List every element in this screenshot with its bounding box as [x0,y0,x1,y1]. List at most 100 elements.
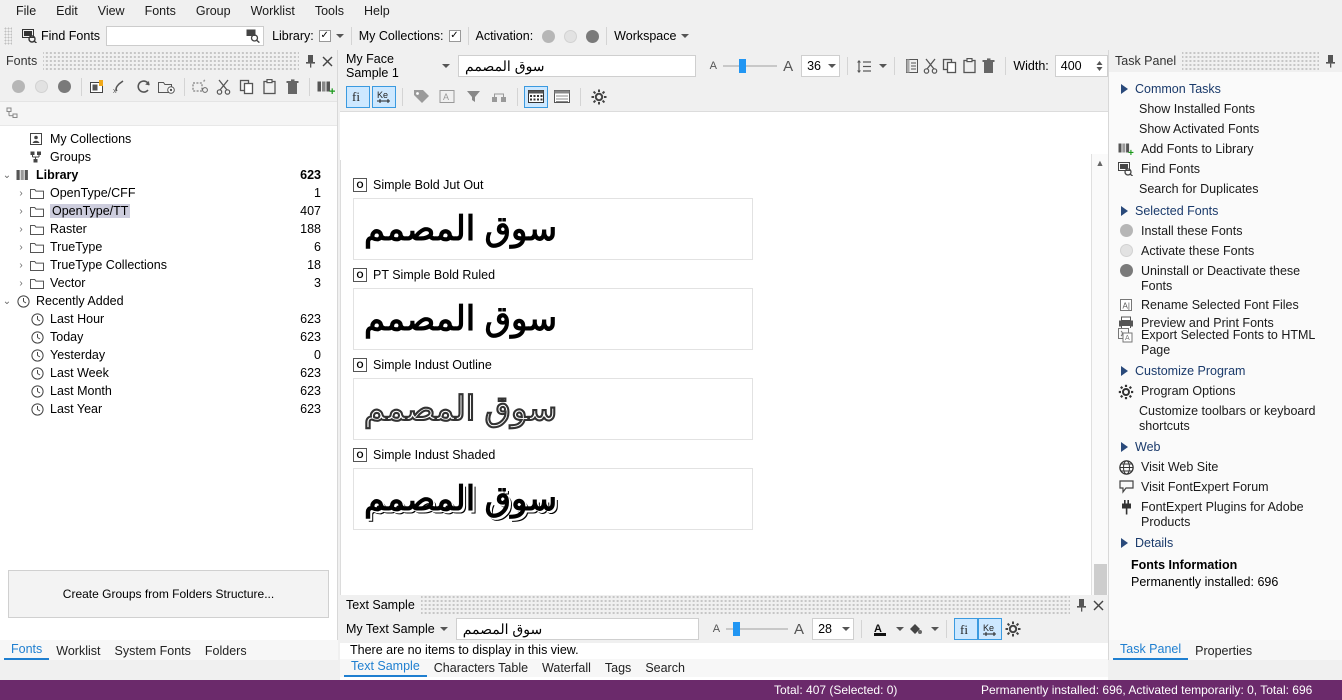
expander[interactable]: › [14,224,28,235]
fill-color-dropdown-icon[interactable] [931,627,940,631]
library-dropdown-icon[interactable] [335,34,344,38]
activation-install-dot[interactable] [542,29,556,43]
close-icon[interactable] [1093,600,1104,611]
tree-item-last-week[interactable]: Last Week 623 [0,364,337,382]
install-fonts-dot-icon[interactable] [8,76,29,98]
expander[interactable]: › [14,278,28,289]
fill-color-icon[interactable] [904,618,926,640]
tree-item-last-hour[interactable]: Last Hour 623 [0,310,337,328]
folder-settings-icon[interactable] [157,76,178,98]
expander[interactable]: › [14,260,28,271]
pin-icon[interactable] [1076,598,1087,612]
toolbar-grip[interactable] [4,27,12,45]
expander[interactable]: › [14,242,28,253]
tree-item-last-month[interactable]: Last Month 623 [0,382,337,400]
workspace-dropdown-icon[interactable] [681,34,690,38]
menu-item-help[interactable]: Help [354,2,400,20]
my-collections-checkbox[interactable]: ✓ [448,30,461,42]
section-header-customize-program[interactable]: Customize Program [1109,360,1342,382]
task-rename-selected-font-files[interactable]: A| Rename Selected Font Files [1109,296,1342,316]
font-list-scrollbar[interactable]: ▲ ▼ [1091,154,1108,645]
group-icon[interactable] [487,86,511,108]
search-input[interactable] [109,28,250,44]
line-spacing-icon[interactable] [855,55,874,77]
tab-characters-table[interactable]: Characters Table [427,659,535,677]
tree-item-groups[interactable]: Groups [0,148,337,166]
tab-fonts[interactable]: Fonts [4,640,50,660]
gear-icon[interactable] [1002,618,1024,640]
menu-item-view[interactable]: View [88,2,135,20]
font-list-item[interactable]: O Simple Indust Outline سوق المصمم [341,350,1095,440]
font-color-dropdown-icon[interactable] [896,627,905,631]
cut-icon[interactable] [213,76,234,98]
scrollbar-thumb[interactable] [1094,564,1107,598]
tab-text-sample[interactable]: Text Sample [344,657,427,677]
filter-icon[interactable] [461,86,485,108]
find-fonts-button[interactable]: Find Fonts [16,27,106,45]
paste-icon[interactable] [259,76,280,98]
section-header-selected-fonts[interactable]: Selected Fonts [1109,200,1342,222]
close-icon[interactable] [322,56,333,67]
task-show-installed-fonts[interactable]: Show Installed Fonts [1109,100,1342,120]
line-spacing-dropdown-icon[interactable] [879,64,888,68]
task-install-these-fonts[interactable]: Install these Fonts [1109,222,1342,242]
collections-tree[interactable]: My Collections Groups ⌄ Library 623 › Op… [0,126,337,558]
expander[interactable]: ⌄ [0,296,14,307]
face-sample-preset[interactable]: My Face Sample 1 [346,52,437,80]
task-program-options[interactable]: Program Options [1109,382,1342,402]
task-fontexpert-plugins-adobe[interactable]: FontExpert Plugins for Adobe Products [1109,498,1342,532]
tree-item-opentype-tt[interactable]: › OpenType/TT 407 [0,202,337,220]
tab-properties[interactable]: Properties [1188,642,1259,660]
tree-item-last-year[interactable]: Last Year 623 [0,400,337,418]
menu-item-group[interactable]: Group [186,2,241,20]
new-link-icon[interactable]: * [190,76,211,98]
remove-fonts-icon[interactable]: x [111,76,132,98]
tab-system-fonts[interactable]: System Fonts [107,642,197,660]
kerning-toggle[interactable]: Ke [978,618,1003,640]
text-size-slider[interactable] [726,622,789,636]
add-fonts-to-library-icon[interactable]: + [316,76,337,98]
tab-waterfall[interactable]: Waterfall [535,659,598,677]
task-add-fonts-to-library[interactable]: + Add Fonts to Library [1109,140,1342,160]
refresh-icon[interactable] [134,76,155,98]
tree-item-recently-added[interactable]: ⌄ Recently Added [0,292,337,310]
tree-item-my-collections[interactable]: My Collections [0,130,337,148]
delete-icon[interactable] [979,55,998,77]
tree-item-truetype-collections[interactable]: › TrueType Collections 18 [0,256,337,274]
text-sample-preset[interactable]: My Text Sample [346,622,435,636]
task-show-activated-fonts[interactable]: Show Activated Fonts [1109,120,1342,140]
task-customize-toolbars[interactable]: Customize toolbars or keyboard shortcuts [1109,402,1342,436]
task-visit-web-site[interactable]: Visit Web Site [1109,458,1342,478]
font-color-icon[interactable]: A [869,618,891,640]
face-size-input[interactable]: 36 [801,55,841,77]
expander[interactable]: › [14,206,28,217]
tab-task-panel[interactable]: Task Panel [1113,640,1189,660]
menu-item-edit[interactable]: Edit [46,2,88,20]
grid-view-icon[interactable] [524,85,548,108]
font-list-item[interactable]: O Simple Indust Shaded سوق المصمم [341,440,1095,530]
spinner-arrows-icon[interactable] [1095,58,1104,74]
find-input-wrapper[interactable] [106,26,265,46]
tab-tags[interactable]: Tags [598,659,638,677]
edit-sample-icon[interactable] [902,55,921,77]
section-header-details[interactable]: Details [1109,532,1342,554]
tab-folders[interactable]: Folders [198,642,254,660]
tree-item-today[interactable]: Today 623 [0,328,337,346]
list-view-icon[interactable] [550,86,574,108]
task-find-fonts[interactable]: Find Fonts [1109,160,1342,180]
ligatures-toggle[interactable]: fi [346,85,370,108]
tree-item-library[interactable]: ⌄ Library 623 [0,166,337,184]
face-sample-dropdown-icon[interactable] [442,64,451,68]
font-list[interactable]: O Simple Bold Jut Out سوق المصمم O PT Si… [340,160,1095,595]
tab-search[interactable]: Search [638,659,692,677]
activate-fonts-dot-icon[interactable] [31,76,52,98]
text-sample-input[interactable]: سوق المصمم [455,618,699,640]
menu-item-worklist[interactable]: Worklist [241,2,305,20]
width-input[interactable]: 400 [1054,55,1109,77]
section-header-common-tasks[interactable]: Common Tasks [1109,78,1342,100]
tree-item-yesterday[interactable]: Yesterday 0 [0,346,337,364]
text-size-input[interactable]: 28 [812,618,855,640]
section-header-web[interactable]: Web [1109,436,1342,458]
tree-item-vector[interactable]: › Vector 3 [0,274,337,292]
tree-item-raster[interactable]: › Raster 188 [0,220,337,238]
